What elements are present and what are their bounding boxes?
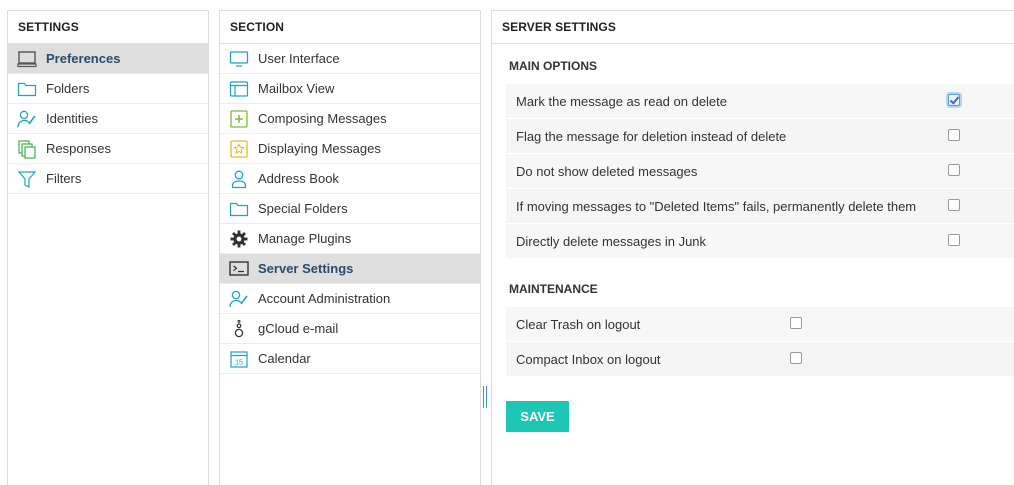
person-icon (229, 169, 249, 189)
option-label: Compact Inbox on logout (516, 351, 661, 367)
option-row: Mark the message as read on delete (506, 84, 1014, 119)
section-list: User Interface Mailbox View Composing Me… (220, 44, 480, 374)
gcloud-icon (229, 319, 249, 339)
folder-icon (17, 79, 37, 99)
section-panel-title: SECTION (220, 11, 480, 44)
permanently-delete-checkbox[interactable] (948, 198, 960, 211)
option-row: Clear Trash on logout (506, 307, 1014, 342)
settings-item-folders[interactable]: Folders (8, 74, 208, 104)
server-settings-title: SERVER SETTINGS (492, 11, 1014, 44)
maintenance-title: MAINTENANCE (509, 282, 598, 296)
settings-item-label: Preferences (46, 51, 121, 66)
option-label: If moving messages to "Deleted Items" fa… (516, 198, 917, 214)
settings-item-filters[interactable]: Filters (8, 164, 208, 194)
section-item-label: Account Administration (258, 291, 391, 306)
compact-inbox-checkbox[interactable] (790, 351, 802, 364)
section-item-displaying-messages[interactable]: Displaying Messages (220, 134, 480, 164)
section-item-label: Special Folders (258, 201, 348, 216)
section-item-label: Displaying Messages (258, 141, 381, 156)
option-row: Flag the message for deletion instead of… (506, 119, 1014, 154)
monitor-icon (229, 49, 249, 69)
settings-item-label: Responses (46, 141, 112, 156)
main-options-table: Mark the message as read on delete Flag … (506, 84, 1014, 259)
star-icon (229, 139, 249, 159)
mark-read-on-delete-checkbox[interactable] (948, 93, 960, 106)
option-row: If moving messages to "Deleted Items" fa… (506, 189, 1014, 224)
option-label: Do not show deleted messages (516, 163, 698, 179)
delete-junk-checkbox[interactable] (948, 233, 960, 246)
option-label: Flag the message for deletion instead of… (516, 128, 787, 144)
section-item-label: User Interface (258, 51, 340, 66)
option-label: Mark the message as read on delete (516, 93, 728, 109)
option-row: Compact Inbox on logout (506, 342, 1014, 377)
calendar-icon-number: 15 (235, 359, 243, 366)
settings-panel-title: SETTINGS (8, 11, 208, 44)
maintenance-table: Clear Trash on logout Compact Inbox on l… (506, 307, 1014, 377)
clear-trash-checkbox[interactable] (790, 316, 802, 329)
filter-icon (17, 169, 37, 189)
section-item-label: Server Settings (258, 261, 354, 276)
responses-icon (17, 139, 37, 159)
option-checkbox-cell (948, 233, 960, 249)
settings-item-label: Identities (46, 111, 99, 126)
server-settings-panel: SERVER SETTINGS MAIN OPTIONS Mark the me… (491, 10, 1014, 485)
option-checkbox-cell (790, 316, 802, 332)
folder-icon (229, 199, 249, 219)
option-checkbox-cell (948, 198, 960, 214)
calendar-icon: 15 (229, 349, 249, 369)
section-item-gcloud-email[interactable]: gCloud e-mail (220, 314, 480, 344)
option-label: Directly delete messages in Junk (516, 233, 707, 249)
settings-item-identities[interactable]: Identities (8, 104, 208, 134)
option-row: Do not show deleted messages (506, 154, 1014, 189)
option-label: Clear Trash on logout (516, 316, 641, 332)
settings-item-preferences[interactable]: Preferences (8, 44, 208, 74)
settings-list: Preferences Folders Identities Responses… (8, 44, 208, 194)
panel-resize-handle[interactable] (483, 386, 487, 408)
option-checkbox-cell (948, 93, 960, 109)
server-settings-body: MAIN OPTIONS Mark the message as read on… (492, 44, 1014, 432)
identity-icon (17, 109, 37, 129)
monitor-icon (17, 49, 37, 69)
option-checkbox-cell (790, 351, 802, 367)
section-item-label: Manage Plugins (258, 231, 352, 246)
option-row: Directly delete messages in Junk (506, 224, 1014, 259)
section-item-special-folders[interactable]: Special Folders (220, 194, 480, 224)
section-item-composing-messages[interactable]: Composing Messages (220, 104, 480, 134)
section-item-server-settings[interactable]: Server Settings (220, 254, 480, 284)
save-button[interactable]: SAVE (506, 401, 569, 432)
section-item-calendar[interactable]: 15 Calendar (220, 344, 480, 374)
section-panel: SECTION User Interface Mailbox View Comp… (219, 10, 481, 485)
option-checkbox-cell (948, 163, 960, 179)
terminal-icon (229, 259, 249, 279)
settings-item-label: Folders (46, 81, 90, 96)
section-item-address-book[interactable]: Address Book (220, 164, 480, 194)
section-item-label: gCloud e-mail (258, 321, 339, 336)
settings-item-label: Filters (46, 171, 82, 186)
identity-icon (229, 289, 249, 309)
hide-deleted-checkbox[interactable] (948, 163, 960, 176)
section-item-mailbox-view[interactable]: Mailbox View (220, 74, 480, 104)
section-item-manage-plugins[interactable]: Manage Plugins (220, 224, 480, 254)
section-item-label: Mailbox View (258, 81, 335, 96)
section-item-user-interface[interactable]: User Interface (220, 44, 480, 74)
section-item-account-administration[interactable]: Account Administration (220, 284, 480, 314)
option-checkbox-cell (948, 128, 960, 144)
compose-icon (229, 109, 249, 129)
flag-for-deletion-checkbox[interactable] (948, 128, 960, 141)
main-options-title: MAIN OPTIONS (509, 59, 598, 73)
section-item-label: Address Book (258, 171, 339, 186)
settings-item-responses[interactable]: Responses (8, 134, 208, 164)
mailbox-icon (229, 79, 249, 99)
section-item-label: Calendar (258, 351, 311, 366)
gear-icon (229, 229, 249, 249)
section-item-label: Composing Messages (258, 111, 387, 126)
settings-panel: SETTINGS Preferences Folders Identities … (7, 10, 209, 485)
